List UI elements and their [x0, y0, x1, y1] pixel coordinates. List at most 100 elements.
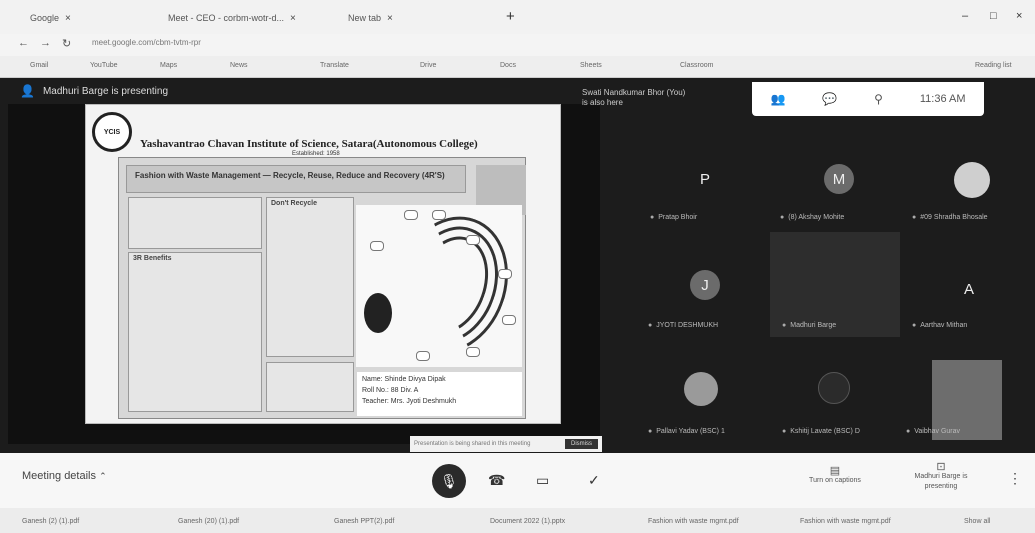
presenting-btn-label: Madhuri Barge is presenting: [914, 473, 968, 490]
bookmarks-bar: [0, 56, 1035, 78]
participant-name: ● Vaibhav Gurav: [906, 428, 961, 435]
bookmark-item[interactable]: Reading list: [975, 62, 1012, 69]
url-field[interactable]: meet.google.com/cbm-tvtm-rpr: [92, 38, 201, 47]
avatar-photo: [818, 372, 850, 404]
self-tile-label: Swati Nandkumar Bhor (You) is also here: [582, 88, 685, 108]
tab-label: Meet - CEO - corbm-wotr-d...: [168, 13, 285, 23]
student-name: Name: Shinde Divya Dipak: [362, 376, 446, 383]
presenting-label: Madhuri Barge is presenting: [42, 85, 169, 97]
bookmark-item[interactable]: Sheets: [580, 62, 602, 69]
college-title: Yashavantrao Chavan Institute of Science…: [140, 138, 478, 150]
poster-banner: Fashion with Waste Management — Recycle,…: [126, 165, 466, 193]
tab-label: New tab: [348, 13, 382, 23]
tab-google[interactable]: Google ×: [30, 8, 71, 28]
meeting-details-button[interactable]: Meeting details ⌃: [22, 470, 107, 482]
cycle-node: [466, 347, 480, 357]
participant-name: ● Pratap Bhoir: [650, 214, 698, 221]
forward-icon[interactable]: →: [40, 37, 51, 49]
download-item[interactable]: Document 2022 (1).pptx: [490, 518, 565, 525]
captions-button[interactable]: ▤ Turn on captions: [798, 466, 872, 486]
avatar-photo: [684, 372, 718, 406]
mic-off-icon: ●: [912, 322, 917, 329]
cycle-node: [416, 351, 430, 361]
download-item[interactable]: Ganesh PPT(2).pdf: [334, 518, 394, 525]
mic-off-icon: ●: [780, 214, 785, 221]
participant-name: ● Aarthav Mithan: [912, 322, 968, 329]
cycle-node: [370, 241, 384, 251]
recycle-cycle-diagram: [356, 200, 527, 370]
activities-icon[interactable]: ⚲: [874, 92, 883, 106]
participant-name: ● Kshitij Lavate (BSC) D: [782, 428, 860, 435]
cycle-node: [432, 210, 446, 220]
self-sub: is also here: [582, 98, 623, 107]
captions-label: Turn on captions: [809, 477, 861, 484]
bookmark-item[interactable]: News: [230, 62, 248, 69]
download-item[interactable]: Ganesh (20) (1).pdf: [178, 518, 239, 525]
new-tab-button[interactable]: +: [506, 8, 515, 25]
toast-text: Presentation is being shared in this mee…: [414, 441, 531, 447]
cycle-node: [498, 269, 512, 279]
mic-off-button[interactable]: 🎙: [432, 464, 466, 498]
close-window-button[interactable]: ×: [1016, 10, 1022, 22]
participant-name: ● JYOTI DESHMUKH: [648, 322, 719, 329]
poster-image-box: [128, 197, 262, 249]
close-icon[interactable]: ×: [387, 13, 393, 24]
bookmark-item[interactable]: Gmail: [30, 62, 48, 69]
participant-name: ● Pallavi Yadav (BSC) 1: [648, 428, 725, 435]
more-options-icon[interactable]: ⋮: [1008, 470, 1022, 487]
meeting-details-label: Meeting details: [22, 470, 96, 482]
back-icon[interactable]: ←: [18, 37, 29, 49]
poster-image-box: [266, 362, 354, 412]
show-all-downloads[interactable]: Show all: [964, 518, 990, 525]
presenting-button[interactable]: ⊡ Madhuri Barge is presenting: [904, 462, 978, 492]
bookmark-item[interactable]: YouTube: [90, 62, 118, 69]
tab-new[interactable]: New tab ×: [348, 8, 393, 28]
tab-meet[interactable]: Meet - CEO - corbm-wotr-d... ×: [168, 8, 296, 28]
participant-name: ● Madhuri Barge: [782, 322, 837, 329]
camera-icon[interactable]: ▭: [536, 472, 549, 489]
people-icon[interactable]: 👥: [770, 92, 785, 106]
mic-off-icon: ●: [782, 428, 787, 435]
avatar: A: [963, 280, 974, 298]
box-title: 3R Benefits: [133, 255, 172, 262]
download-item[interactable]: Ganesh (2) (1).pdf: [22, 518, 79, 525]
clock: 11:36 AM: [919, 93, 966, 105]
meet-top-controls: 👥 💬 ⚲ 11:36 AM: [752, 82, 984, 116]
close-icon[interactable]: ×: [290, 13, 296, 24]
reload-icon[interactable]: ↻: [62, 37, 71, 50]
self-name: Swati Nandkumar Bhor (You): [582, 88, 686, 97]
close-icon[interactable]: ×: [65, 13, 71, 24]
dismiss-button[interactable]: Dismiss: [565, 439, 598, 449]
avatar: M: [824, 164, 854, 194]
college-logo: YCIS: [92, 112, 132, 152]
tab-label: Google: [30, 13, 60, 23]
minimize-button[interactable]: –: [962, 10, 968, 22]
tab-strip: [0, 0, 1035, 34]
mic-off-icon: ●: [648, 322, 653, 329]
mic-off-icon: ●: [906, 428, 911, 435]
more-actions-icon[interactable]: ✓: [588, 472, 600, 489]
bookmark-item[interactable]: Drive: [420, 62, 436, 69]
mic-off-icon: ●: [912, 214, 917, 221]
download-item[interactable]: Fashion with waste mgmt.pdf: [800, 518, 891, 525]
person-icon: 👤: [20, 84, 35, 98]
meet-bottom-bar: [0, 453, 1035, 508]
box-title: Don't Recycle: [271, 200, 318, 207]
student-info-box: Name: Shinde Divya Dipak Roll No.: 88 Di…: [357, 372, 522, 416]
participant-name: ● #09 Shradha Bhosale: [912, 214, 988, 221]
bookmark-item[interactable]: Translate: [320, 62, 349, 69]
cycle-center-graphic: [364, 293, 392, 333]
bookmark-item[interactable]: Docs: [500, 62, 516, 69]
avatar: J: [690, 270, 720, 300]
maximize-button[interactable]: □: [990, 10, 997, 22]
leave-call-icon[interactable]: ☎: [488, 472, 505, 489]
chat-icon[interactable]: 💬: [822, 92, 837, 106]
student-roll: Roll No.: 88 Div. A: [362, 387, 419, 394]
present-icon: ⊡: [936, 461, 946, 473]
presentation-toast: Presentation is being shared in this mee…: [410, 436, 602, 452]
bookmark-item[interactable]: Maps: [160, 62, 177, 69]
cycle-node: [404, 210, 418, 220]
cycle-node: [466, 235, 480, 245]
bookmark-item[interactable]: Classroom: [680, 62, 713, 69]
download-item[interactable]: Fashion with waste mgmt.pdf: [648, 518, 739, 525]
